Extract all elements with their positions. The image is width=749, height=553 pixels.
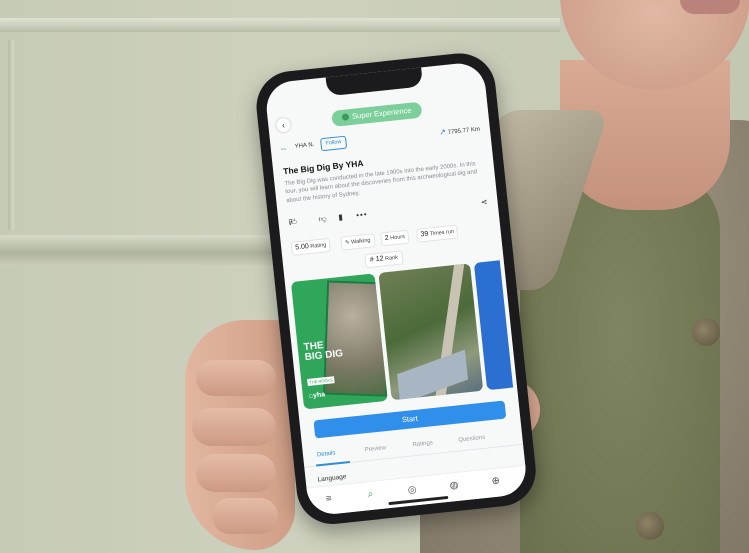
badge-dot-icon [341,113,350,121]
wall-molding [0,18,560,32]
author-row: 〰 YHA N. Follow ↗ 7795.77 Km [280,122,481,157]
aerial-building [397,349,469,401]
photo-scene: ‹ Super Experience 〰 YHA N. Follow ↗ 779… [0,0,749,553]
person-finger [192,408,276,446]
cardigan-button [636,512,664,540]
badge-label: Super Experience [351,105,412,121]
rating-label: Rating [310,242,327,250]
walking-chip: ✎ Walking [340,233,376,251]
plus-circle-icon[interactable]: ⊕ [488,474,503,489]
author-logo-icon: 〰 [280,146,287,154]
like-count: 7 [288,217,294,228]
poster-brand: ⌂yha [308,391,326,400]
rating-chip: 5.00 Rating [290,237,331,256]
chevron-left-icon: ‹ [281,119,286,131]
distance: ↗ 7795.77 Km [439,124,480,137]
rank-chip: # 12 Rank [364,250,404,269]
globe-icon[interactable]: ◍ [446,479,461,494]
super-experience-badge: Super Experience [331,101,423,127]
trend-arrow-icon: ↗ [438,127,447,137]
author-name[interactable]: YHA N. [294,142,314,150]
search-icon[interactable]: ⌕ [363,487,378,502]
tab-questions[interactable]: Questions [458,435,485,444]
person-finger [196,454,276,492]
rating-value: 5.00 [294,243,310,252]
share-icon[interactable]: ⋖ [480,197,488,207]
cardigan-button [692,318,720,346]
location-icon[interactable]: ◎ [405,483,420,498]
menu-icon[interactable]: ≡ [321,492,336,507]
distance-value: 7795.77 Km [447,126,481,136]
image-gallery[interactable]: THE BIG DIG THE ROCKS ⌂yha [290,260,514,411]
pencil-icon: ✎ [344,239,350,247]
poster-headline: THE BIG DIG [303,339,343,363]
follow-button[interactable]: Follow [319,135,348,152]
tab-details[interactable]: Details [317,450,336,458]
person-finger [196,360,276,396]
person-finger [212,498,278,534]
times-run-label: Times run [429,228,455,238]
wall-panel-edge [8,40,14,230]
more-icon[interactable]: ••• [356,210,368,220]
section-heading: Language [317,473,347,484]
gallery-image-aerial[interactable] [378,263,484,401]
times-run-chip: 39 Times run [415,224,459,243]
wall-rail [0,235,300,265]
hours-value: 2 [384,234,390,243]
times-run-value: 39 [420,230,429,239]
rank-value: # 12 [369,255,384,264]
smartphone: ‹ Super Experience 〰 YHA N. Follow ↗ 779… [253,49,540,528]
poster-brand-label: yha [312,391,326,400]
rank-label: Rank [384,254,399,263]
person-lip [680,0,740,14]
hours-label: Hours [389,234,406,242]
hours-chip: 2 Hours [380,229,410,247]
gallery-image-poster[interactable]: THE BIG DIG THE ROCKS ⌂yha [290,273,388,410]
bookmark-icon[interactable]: ▮ [338,212,343,221]
tab-preview[interactable]: Preview [365,445,387,453]
dislike-icon[interactable]: 👎︎ [318,214,327,225]
walking-label: Walking [350,237,371,246]
phone-screen: ‹ Super Experience 〰 YHA N. Follow ↗ 779… [263,60,529,517]
back-button[interactable]: ‹ [275,117,292,133]
tab-ratings[interactable]: Ratings [412,440,433,448]
